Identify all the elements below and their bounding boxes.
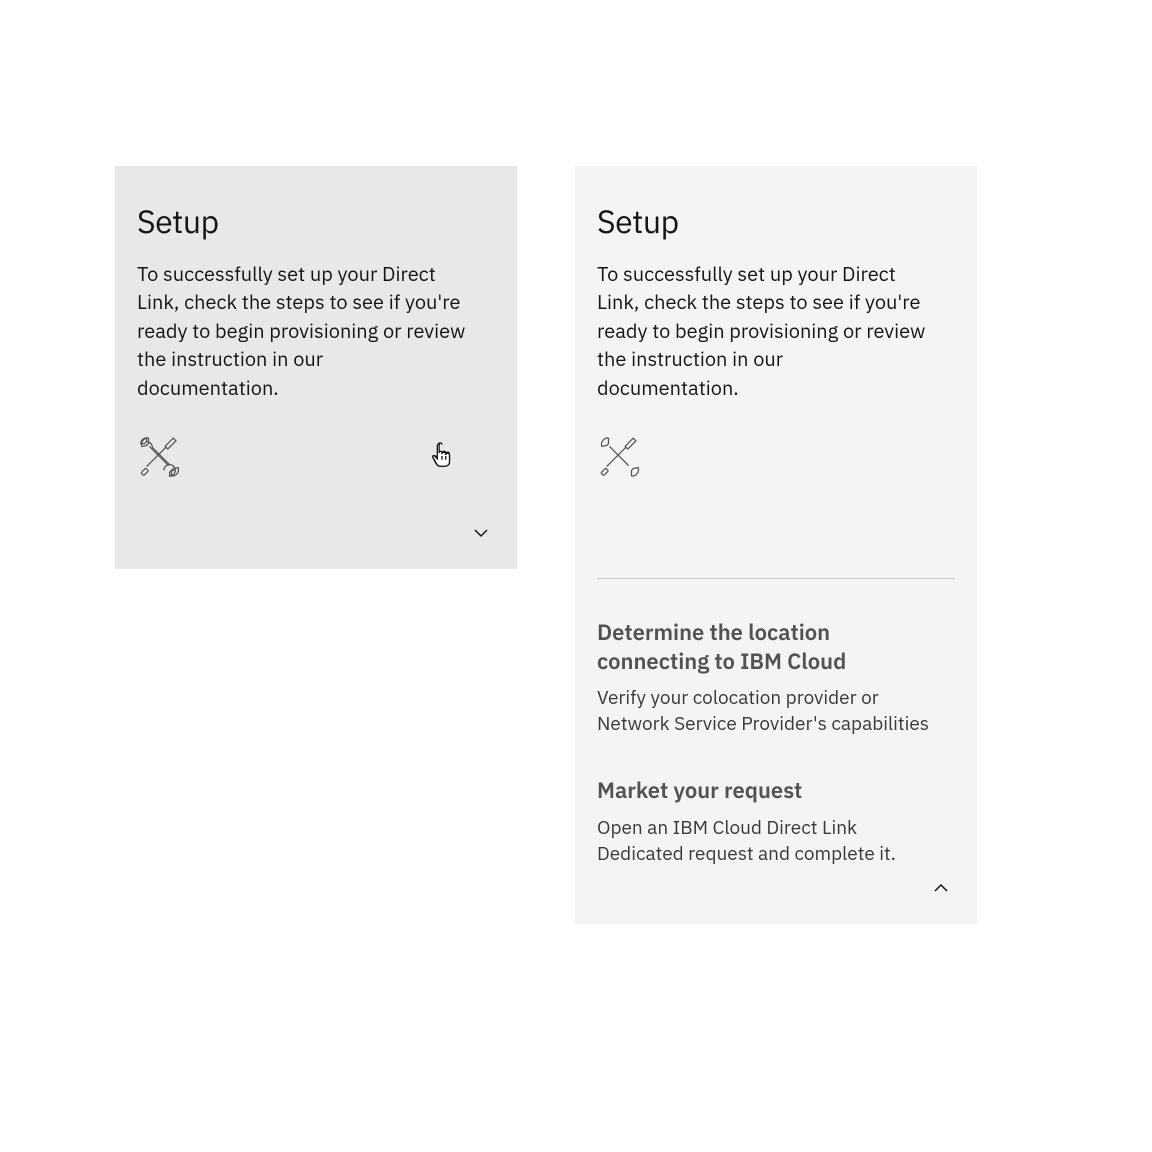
step-item: Market your request Open an IBM Cloud Di… [597,777,955,867]
card-description: To successfully set up your Direct Link,… [597,260,927,402]
step-title: Market your request [597,777,887,806]
step-item: Determine the location connecting to IBM… [597,619,955,737]
card-title: Setup [597,200,955,242]
step-description: Verify your colocation provider or Netwo… [597,686,937,737]
step-title: Determine the location connecting to IBM… [597,619,887,676]
setup-card-collapsed[interactable]: Setup To successfully set up your Direct… [115,166,517,569]
card-description: To successfully set up your Direct Link,… [137,260,467,402]
divider [597,578,955,579]
setup-card-expanded[interactable]: Setup To successfully set up your Direct… [575,166,977,924]
tools-icon [597,434,955,480]
step-description: Open an IBM Cloud Direct Link Dedicated … [597,816,937,867]
cursor-pointer-icon [427,440,457,470]
card-title: Setup [137,200,495,242]
chevron-up-icon[interactable] [933,880,949,896]
chevron-down-icon[interactable] [473,525,489,541]
